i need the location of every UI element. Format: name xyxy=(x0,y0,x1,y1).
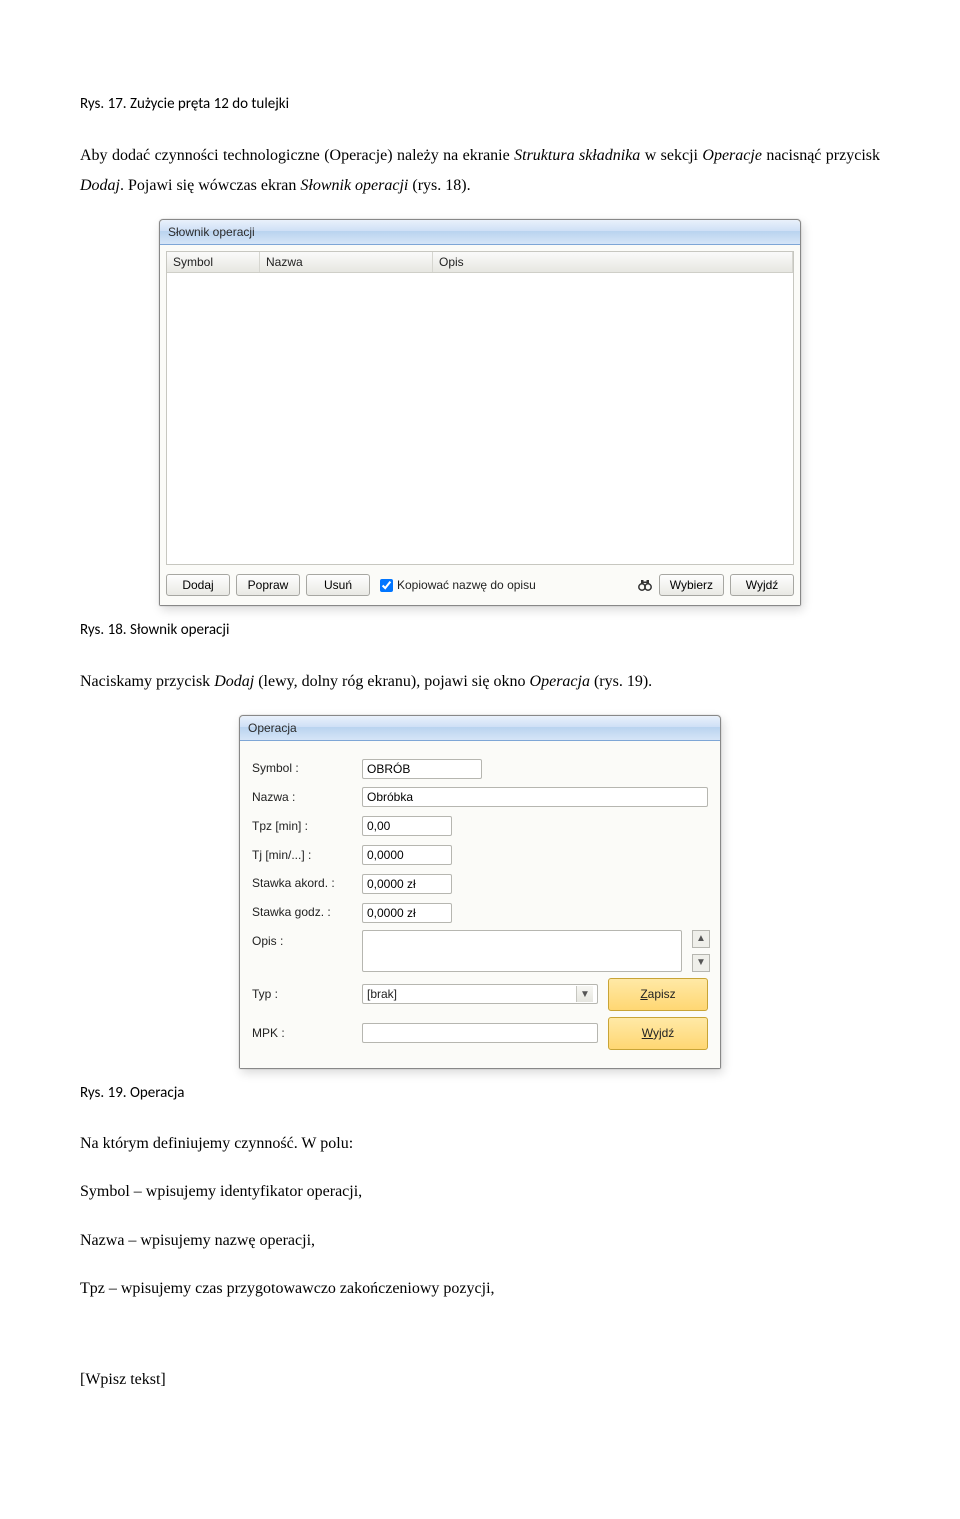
binoculars-icon[interactable] xyxy=(637,577,653,593)
scroll-down-icon[interactable]: ▼ xyxy=(692,954,710,972)
label-symbol: Symbol : xyxy=(252,757,352,780)
footer-placeholder: [Wpisz tekst] xyxy=(80,1365,880,1395)
text: . Pojawi się wówczas ekran xyxy=(120,177,300,194)
label-mpk: MPK : xyxy=(252,1022,352,1045)
tj-input[interactable] xyxy=(362,845,452,865)
col-opis[interactable]: Opis xyxy=(433,252,793,272)
exit-button[interactable]: Wyjdź xyxy=(730,574,794,596)
row-mpk: MPK : Wyjdź xyxy=(252,1017,708,1050)
row-typ: Typ : [brak] ▼ Zapisz xyxy=(252,978,708,1011)
copy-name-checkbox-label[interactable]: Kopiować nazwę do opisu xyxy=(380,574,631,597)
text-italic: Operacja xyxy=(530,673,590,690)
opis-textarea[interactable] xyxy=(362,930,682,972)
dialog-title: Operacja xyxy=(248,717,297,740)
typ-select[interactable]: [brak] ▼ xyxy=(362,984,598,1004)
label-stawka-godz: Stawka godz. : xyxy=(252,901,352,924)
dialog-content: Symbol : Nazwa : Tpz [min] : Tj [min/...… xyxy=(240,741,720,1067)
text-italic: Dodaj xyxy=(214,673,254,690)
delete-button[interactable]: Usuń xyxy=(306,574,370,596)
save-button[interactable]: Zapisz xyxy=(608,978,708,1011)
label-opis: Opis : xyxy=(252,930,352,953)
col-nazwa[interactable]: Nazwa xyxy=(260,252,433,272)
exit-underline: W xyxy=(642,1026,653,1040)
dialog-slownik-operacji: Słownik operacji Symbol Nazwa Opis Dodaj… xyxy=(159,219,801,606)
text: nacisnąć przycisk xyxy=(762,147,880,164)
scroll-up-icon[interactable]: ▲ xyxy=(692,930,710,948)
dialog-content: Symbol Nazwa Opis Dodaj Popraw Usuń Kopi… xyxy=(160,245,800,605)
chevron-down-icon: ▼ xyxy=(576,986,593,1002)
save-rest: apisz xyxy=(648,987,676,1001)
text-italic: Operacje xyxy=(702,147,762,164)
row-opis: Opis : ▲ ▼ xyxy=(252,930,708,972)
operations-grid[interactable]: Symbol Nazwa Opis xyxy=(166,251,794,565)
copy-name-checkbox[interactable] xyxy=(380,579,393,592)
paragraph-intro-slownik: Aby dodać czynności technologiczne (Oper… xyxy=(80,141,880,202)
row-stawka-akord: Stawka akord. : xyxy=(252,872,708,895)
label-stawka-akord: Stawka akord. : xyxy=(252,872,352,895)
mpk-input[interactable] xyxy=(362,1023,598,1043)
grid-header: Symbol Nazwa Opis xyxy=(167,252,793,273)
exit-rest: yjdź xyxy=(653,1026,674,1040)
stawka-akord-input[interactable] xyxy=(362,874,452,894)
text: (rys. 18). xyxy=(408,177,470,194)
dialog-titlebar: Operacja xyxy=(240,716,720,741)
label-nazwa: Nazwa : xyxy=(252,786,352,809)
text-italic: Struktura składnika xyxy=(514,147,640,164)
row-nazwa: Nazwa : xyxy=(252,786,708,809)
typ-value: [brak] xyxy=(367,983,397,1006)
text: Aby dodać czynności technologiczne (Oper… xyxy=(80,147,514,164)
stawka-godz-input[interactable] xyxy=(362,903,452,923)
nazwa-input[interactable] xyxy=(362,787,708,807)
label-tpz: Tpz [min] : xyxy=(252,815,352,838)
text-italic: Słownik operacji xyxy=(300,177,408,194)
def-tpz: Tpz – wpisujemy czas przygotowawczo zako… xyxy=(80,1274,880,1304)
dialog-button-bar: Dodaj Popraw Usuń Kopiować nazwę do opis… xyxy=(166,571,794,599)
select-button[interactable]: Wybierz xyxy=(659,574,724,596)
def-symbol: Symbol – wpisujemy identyfikator operacj… xyxy=(80,1177,880,1207)
label-typ: Typ : xyxy=(252,983,352,1006)
def-nazwa: Nazwa – wpisujemy nazwę operacji, xyxy=(80,1226,880,1256)
row-symbol: Symbol : xyxy=(252,757,708,780)
dialog-operacja: Operacja Symbol : Nazwa : Tpz [min] : Tj… xyxy=(239,715,721,1068)
edit-button[interactable]: Popraw xyxy=(236,574,300,596)
label-tj: Tj [min/...] : xyxy=(252,844,352,867)
row-stawka-godz: Stawka godz. : xyxy=(252,901,708,924)
text: w sekcji xyxy=(640,147,702,164)
col-symbol[interactable]: Symbol xyxy=(167,252,260,272)
caption-rys-19: Rys. 19. Operacja xyxy=(80,1079,880,1108)
text: (lewy, dolny róg ekranu), pojawi się okn… xyxy=(254,673,529,690)
checkbox-text: Kopiować nazwę do opisu xyxy=(397,574,536,597)
caption-rys-18: Rys. 18. Słownik operacji xyxy=(80,616,880,645)
paragraph-nacisnij-dodaj: Naciskamy przycisk Dodaj (lewy, dolny ró… xyxy=(80,667,880,697)
textarea-scroll: ▲ ▼ xyxy=(692,930,708,972)
dialog-titlebar: Słownik operacji xyxy=(160,220,800,245)
add-button[interactable]: Dodaj xyxy=(166,574,230,596)
text-italic: Dodaj xyxy=(80,177,120,194)
save-underline: Z xyxy=(640,987,647,1001)
caption-rys-17: Rys. 17. Zużycie pręta 12 do tulejki xyxy=(80,90,880,119)
paragraph-definiujemy: Na którym definiujemy czynność. W polu: xyxy=(80,1129,880,1159)
text: (rys. 19). xyxy=(590,673,652,690)
row-tj: Tj [min/...] : xyxy=(252,844,708,867)
exit-button[interactable]: Wyjdź xyxy=(608,1017,708,1050)
dialog-title: Słownik operacji xyxy=(168,221,255,244)
symbol-input[interactable] xyxy=(362,759,482,779)
row-tpz: Tpz [min] : xyxy=(252,815,708,838)
text: Naciskamy przycisk xyxy=(80,673,214,690)
tpz-input[interactable] xyxy=(362,816,452,836)
